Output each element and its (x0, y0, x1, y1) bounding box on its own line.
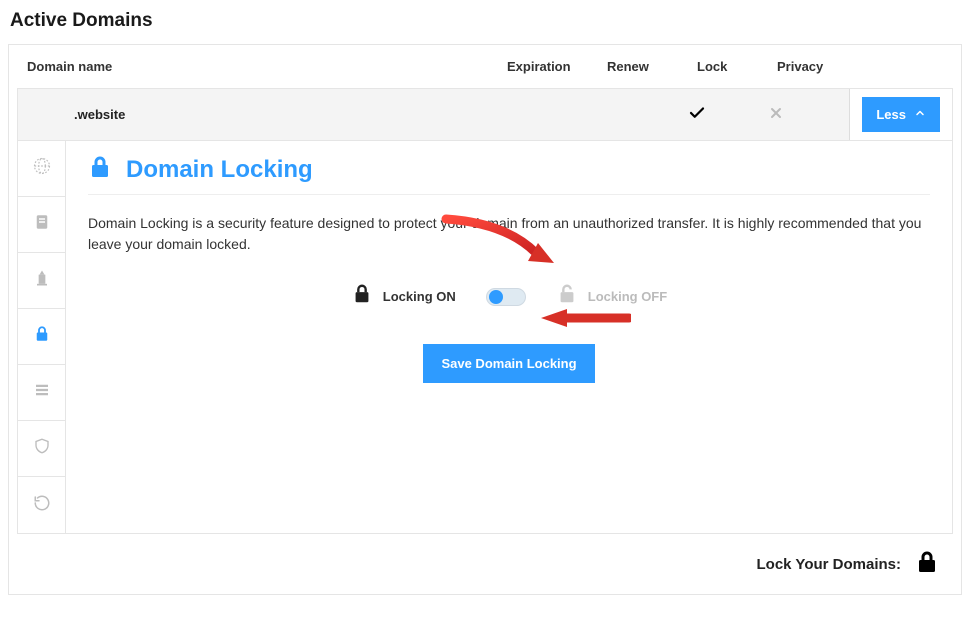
save-domain-locking-button[interactable]: Save Domain Locking (423, 344, 594, 383)
locking-toggle[interactable] (486, 288, 526, 306)
domains-card: Domain name Expiration Renew Lock Privac… (8, 44, 962, 595)
lock-icon (88, 155, 112, 184)
locking-off-label: Locking OFF (588, 289, 667, 304)
section-description: Domain Locking is a security feature des… (88, 213, 930, 255)
lock-icon (915, 550, 939, 578)
tower-icon (32, 268, 52, 293)
section-header: Domain Locking (88, 155, 930, 195)
globe-icon (32, 156, 52, 181)
footer: Lock Your Domains: (9, 534, 961, 594)
chevron-up-icon (914, 107, 926, 122)
toggle-knob (489, 290, 503, 304)
col-privacy: Privacy (777, 59, 847, 74)
sidebar-item-list[interactable] (18, 365, 65, 421)
sidebar-item-refresh[interactable] (18, 477, 65, 533)
lock-open-icon (556, 283, 578, 310)
col-domain-name: Domain name (27, 59, 507, 74)
col-lock: Lock (697, 59, 777, 74)
sidebar-item-shield[interactable] (18, 421, 65, 477)
x-icon (768, 109, 784, 124)
domain-privacy-status (768, 105, 838, 124)
annotation-arrow-2 (541, 307, 631, 329)
col-expiration: Expiration (507, 59, 607, 74)
locking-toggle-row: Locking ON Locking OFF (88, 283, 930, 310)
check-icon (688, 110, 706, 125)
domain-lock-status (688, 104, 768, 125)
locking-on-group: Locking ON (351, 283, 456, 310)
shield-icon (33, 436, 51, 461)
domain-name: .website (74, 107, 498, 122)
table-header: Domain name Expiration Renew Lock Privac… (9, 45, 961, 88)
sidebar-item-tower[interactable] (18, 253, 65, 309)
sidebar-item-card[interactable] (18, 197, 65, 253)
detail-sidebar (18, 141, 66, 533)
locking-on-label: Locking ON (383, 289, 456, 304)
sidebar-item-globe[interactable] (18, 141, 65, 197)
less-toggle-button[interactable]: Less (862, 97, 940, 132)
card-icon (33, 213, 51, 236)
domain-detail: Domain Locking Domain Locking is a secur… (17, 141, 953, 534)
lock-closed-icon (351, 283, 373, 310)
less-label: Less (876, 107, 906, 122)
page-title: Active Domains (0, 0, 970, 44)
detail-content: Domain Locking Domain Locking is a secur… (66, 141, 952, 533)
section-title: Domain Locking (126, 156, 313, 184)
locking-off-group: Locking OFF (556, 283, 667, 310)
sidebar-item-lock[interactable] (18, 309, 65, 365)
list-icon (33, 381, 51, 404)
lock-icon (33, 325, 51, 348)
col-renew: Renew (607, 59, 697, 74)
domain-row: .website Less (17, 88, 953, 141)
refresh-icon (33, 494, 51, 517)
footer-text: Lock Your Domains: (757, 556, 901, 573)
